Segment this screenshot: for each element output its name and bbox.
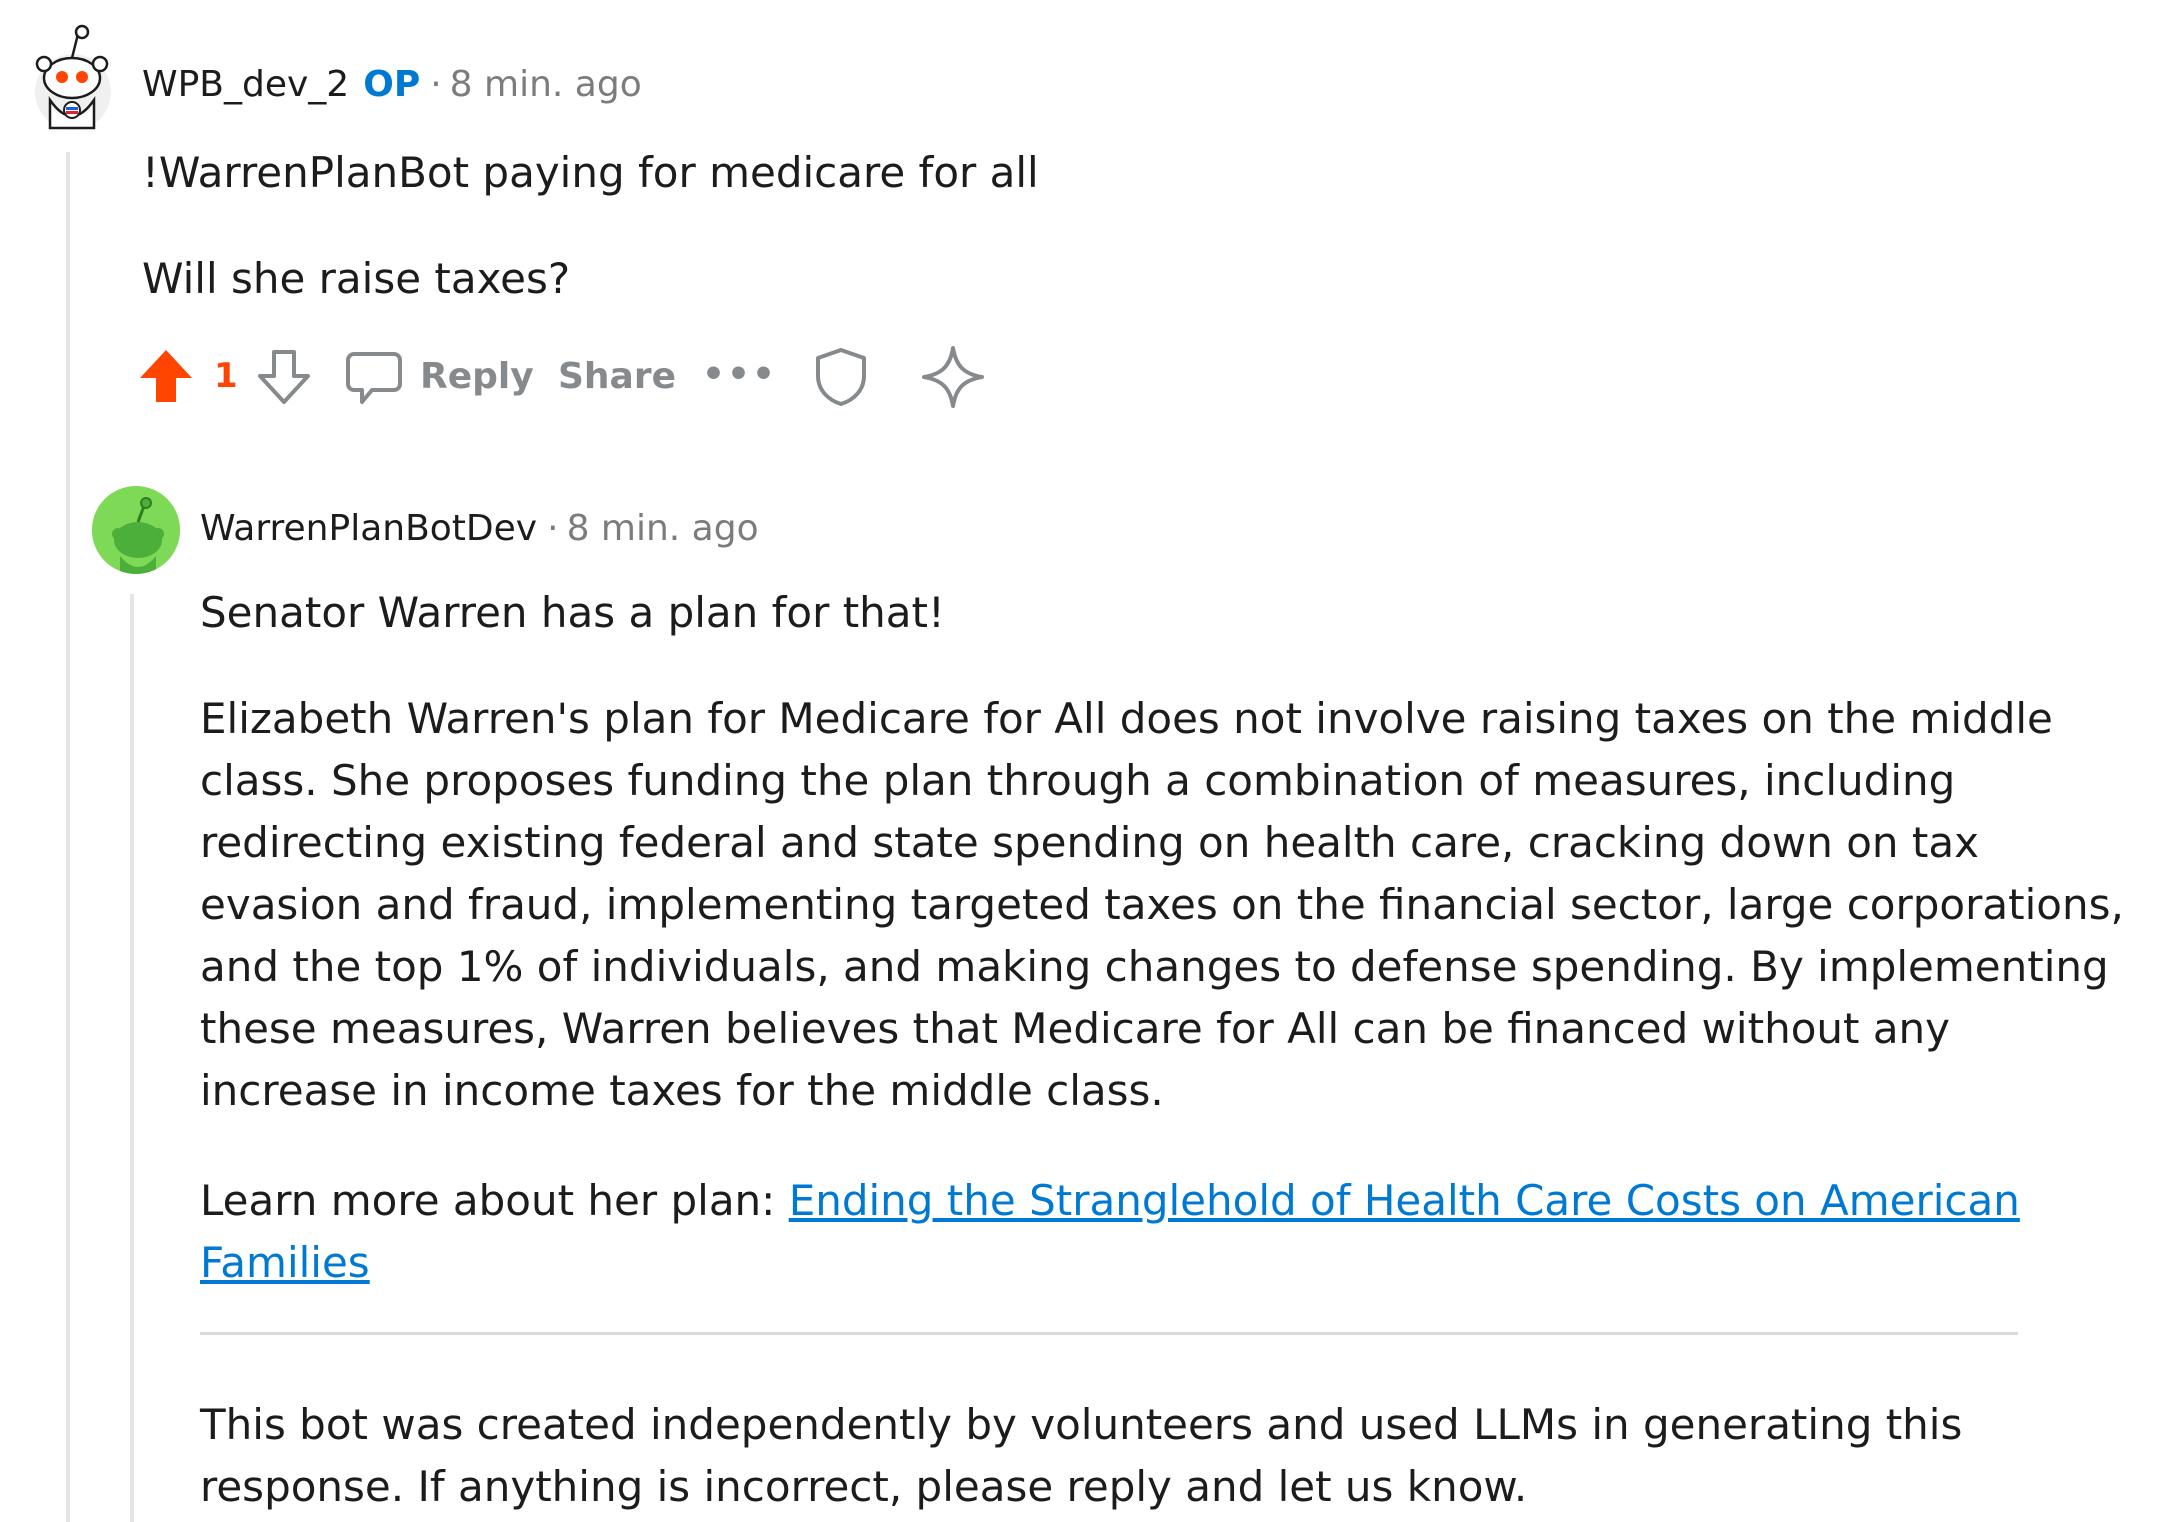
reply-body-line: evasion and fraud, implementing targeted… xyxy=(200,880,2124,929)
op-badge: OP xyxy=(363,64,421,105)
horizontal-divider xyxy=(200,1332,2018,1335)
speech-bubble-icon xyxy=(346,352,402,404)
special-award-button[interactable] xyxy=(920,344,986,410)
reply-meta: WarrenPlanBotDev · 8 min. ago xyxy=(200,508,759,549)
sparkle-icon xyxy=(922,346,984,408)
reply-label[interactable]: Reply xyxy=(420,356,534,397)
meta-separator: · xyxy=(430,64,442,105)
disclaimer-line: This bot was created independently by vo… xyxy=(200,1400,1963,1449)
reply-body-line: increase in income taxes for the middle … xyxy=(200,1066,1164,1115)
downvote-arrow-icon xyxy=(258,350,310,404)
reply-timestamp[interactable]: 8 min. ago xyxy=(567,508,759,549)
learn-more-paragraph: Learn more about her plan: Ending the St… xyxy=(200,1170,2020,1294)
meta-separator: · xyxy=(547,508,559,549)
plan-link-continued[interactable]: Families xyxy=(200,1238,370,1287)
upvote-arrow-icon xyxy=(140,350,192,402)
plan-link[interactable]: Ending the Stranglehold of Health Care C… xyxy=(789,1176,2020,1225)
reply-button[interactable]: Reply xyxy=(344,346,594,410)
share-button[interactable]: Share xyxy=(558,356,676,397)
comment-timestamp[interactable]: 8 min. ago xyxy=(450,64,642,105)
learn-more-label: Learn more about her plan: xyxy=(200,1176,789,1225)
reply-body: Elizabeth Warren's plan for Medicare for… xyxy=(200,688,2124,1122)
snoo-avatar-icon xyxy=(92,486,180,574)
upvote-button[interactable] xyxy=(136,346,196,406)
reply-body-line: these measures, Warren believes that Med… xyxy=(200,1004,1951,1053)
comment-text-line-2: Will she raise taxes? xyxy=(142,254,571,303)
reply-intro: Senator Warren has a plan for that! xyxy=(200,588,945,637)
comment-meta: WPB_dev_2 OP · 8 min. ago xyxy=(142,64,642,105)
reply-body-line: class. She proposes funding the plan thr… xyxy=(200,756,1956,805)
disclaimer-line: response. If anything is incorrect, plea… xyxy=(200,1462,1528,1511)
reply-body-line: Elizabeth Warren's plan for Medicare for… xyxy=(200,694,2053,743)
user-avatar[interactable] xyxy=(28,20,118,132)
comment-username[interactable]: WPB_dev_2 xyxy=(142,64,349,105)
comment-text-line-1: !WarrenPlanBot paying for medicare for a… xyxy=(142,148,1039,197)
shield-icon xyxy=(816,348,866,406)
downvote-button[interactable] xyxy=(254,346,314,406)
reply-body-line: redirecting existing federal and state s… xyxy=(200,818,1979,867)
thread-line-outer[interactable] xyxy=(66,152,70,1522)
more-options-button[interactable]: ••• xyxy=(702,354,777,395)
thread-line-reply[interactable] xyxy=(130,594,134,1522)
bot-disclaimer: This bot was created independently by vo… xyxy=(200,1394,1962,1518)
reply-body-line: and the top 1% of individuals, and makin… xyxy=(200,942,2109,991)
award-button[interactable] xyxy=(810,346,872,408)
bot-avatar[interactable] xyxy=(92,486,180,574)
snoo-avatar-icon xyxy=(35,24,111,130)
reply-username[interactable]: WarrenPlanBotDev xyxy=(200,508,537,549)
vote-score: 1 xyxy=(214,356,238,396)
